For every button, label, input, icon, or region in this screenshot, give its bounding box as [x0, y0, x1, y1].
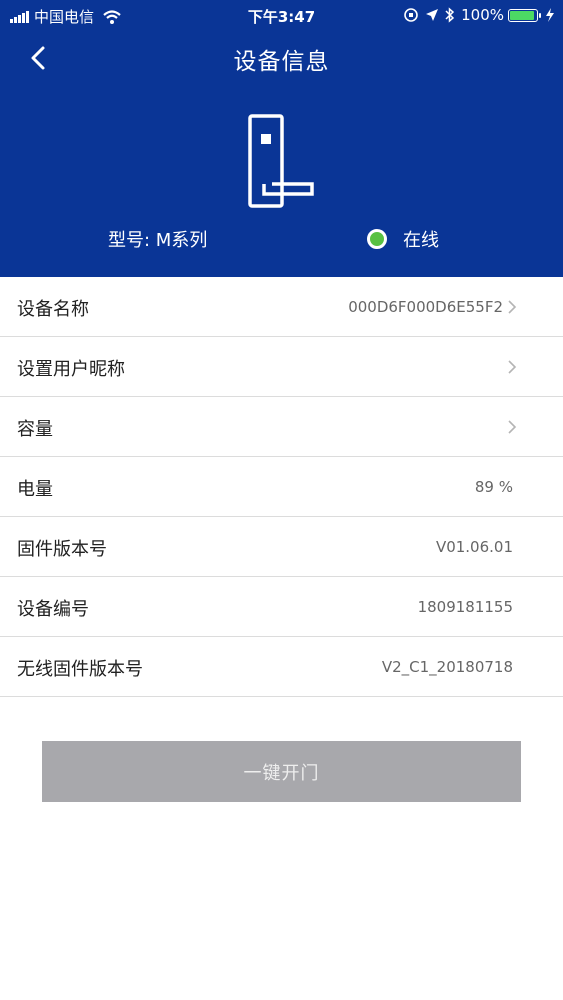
- model-label: 型号: M系列: [108, 230, 208, 251]
- online-status: 在线: [367, 226, 439, 252]
- row-label: 无线固件版本号: [17, 659, 143, 680]
- chevron-right-icon: [508, 360, 517, 374]
- row-label: 设备名称: [17, 299, 89, 320]
- row-capacity[interactable]: 容量: [0, 397, 563, 457]
- row-value: 89 %: [474, 478, 513, 496]
- row-device-name[interactable]: 设备名称 000D6F000D6E55F2: [0, 277, 563, 337]
- orientation-lock-icon: [404, 8, 418, 22]
- location-icon: [426, 9, 439, 21]
- row-firmware-version: 固件版本号 V01.06.01: [0, 517, 563, 577]
- row-label: 容量: [17, 419, 53, 440]
- chevron-right-icon: [508, 420, 517, 434]
- row-battery-level: 电量 89 %: [0, 457, 563, 517]
- battery-icon: [508, 8, 541, 22]
- row-label: 固件版本号: [17, 539, 107, 560]
- row-device-number: 设备编号 1809181155: [0, 577, 563, 637]
- bluetooth-icon: [445, 7, 455, 23]
- charging-icon: [546, 8, 554, 22]
- online-status-text: 在线: [403, 230, 439, 251]
- one-key-open-button[interactable]: 一键开门: [42, 741, 521, 802]
- door-lock-icon: [244, 114, 316, 214]
- row-wireless-firmware-version: 无线固件版本号 V2_C1_20180718: [0, 637, 563, 697]
- row-label: 设备编号: [17, 599, 89, 620]
- row-value: 000D6F000D6E55F2: [348, 298, 503, 316]
- row-label: 电量: [17, 479, 53, 500]
- status-bar: 中国电信 下午3:47 100%: [0, 0, 563, 30]
- device-info-screen: 中国电信 下午3:47 100% 设备信息 型号: M系列 在线 设备名称 00…: [0, 0, 563, 1000]
- device-info-list: 设备名称 000D6F000D6E55F2 设置用户昵称 容量 电量 89 % …: [0, 277, 563, 697]
- row-set-nickname[interactable]: 设置用户昵称: [0, 337, 563, 397]
- battery-percent: 100%: [461, 6, 504, 24]
- row-label: 设置用户昵称: [17, 359, 125, 380]
- row-value: V01.06.01: [435, 538, 513, 556]
- page-title: 设备信息: [233, 49, 330, 75]
- row-value: 1809181155: [417, 598, 513, 616]
- navigation-bar: 设备信息: [0, 32, 563, 80]
- row-value: V2_C1_20180718: [381, 658, 513, 676]
- header-panel: 中国电信 下午3:47 100% 设备信息 型号: M系列 在线: [0, 0, 563, 277]
- chevron-right-icon: [508, 300, 517, 314]
- online-dot-icon: [367, 229, 387, 249]
